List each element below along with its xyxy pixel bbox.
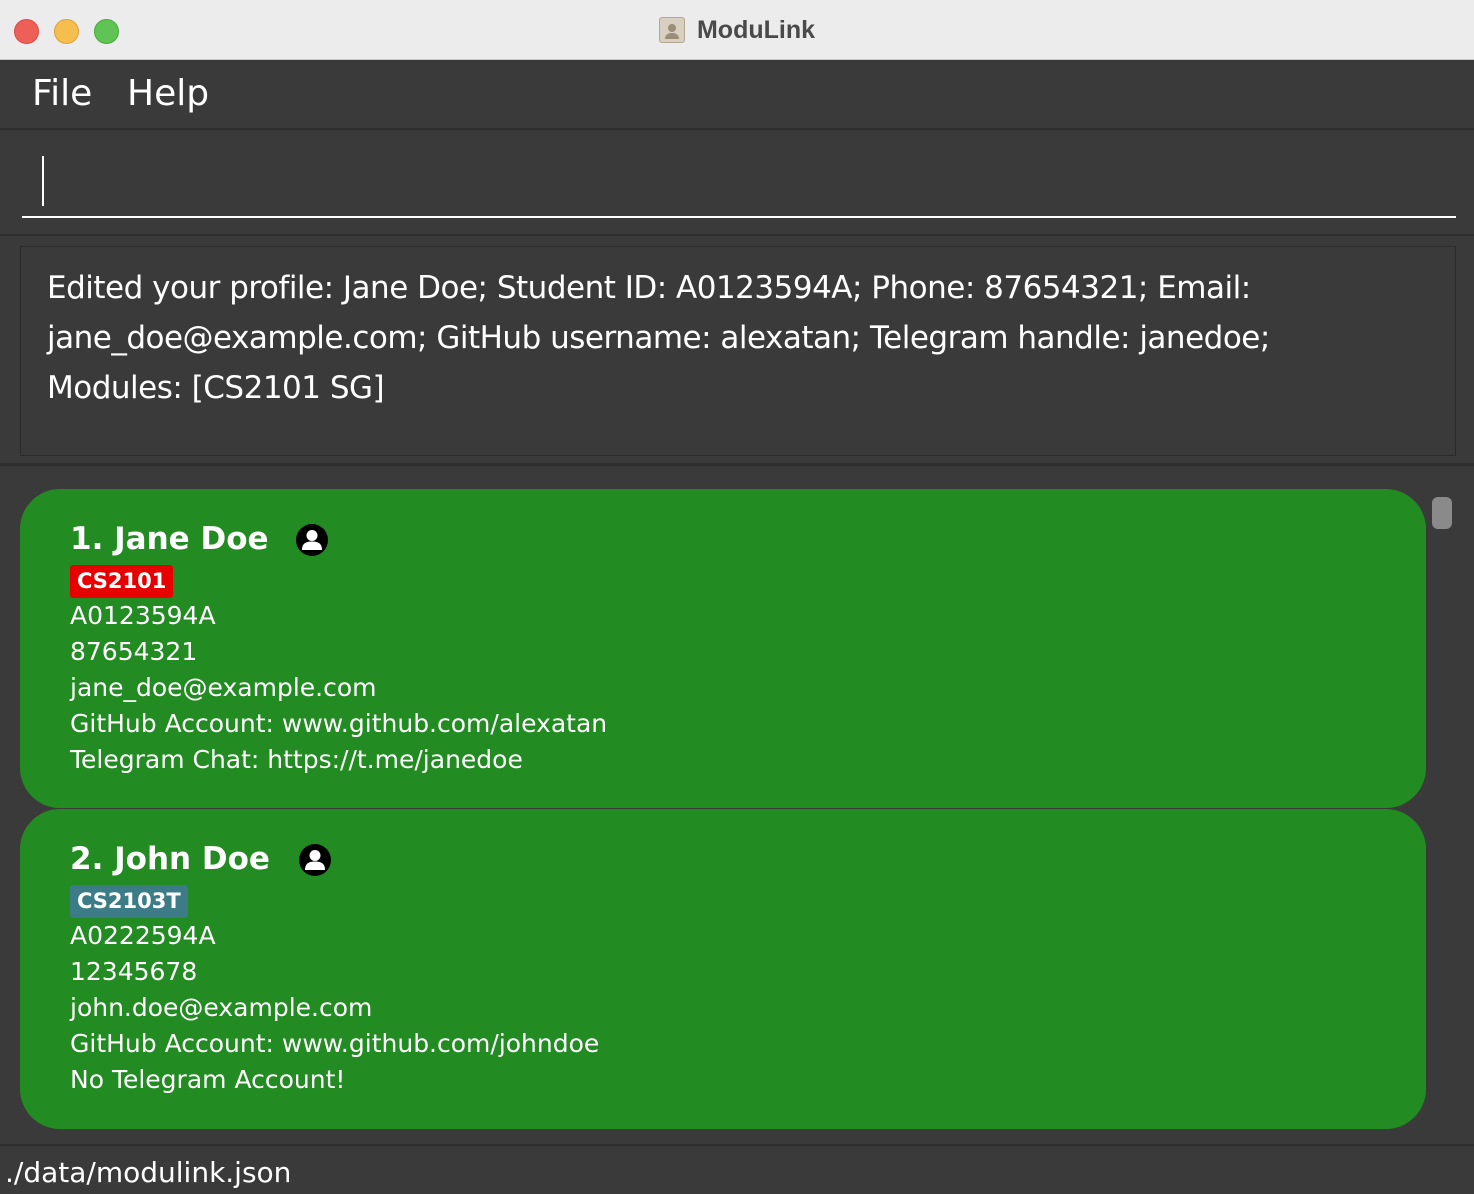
student-id: A0222594A [70,921,216,950]
email-address: john.doe@example.com [70,993,373,1022]
module-tag: CS2103T [70,885,188,918]
result-display-container: Edited your profile: Jane Doe; Student I… [0,234,1474,466]
person-card[interactable]: 2. John Doe CS2103T A0222594A 12345678 j… [20,809,1426,1129]
user-avatar-icon [296,524,328,556]
title-bar: ModuLink [0,0,1474,60]
phone-number: 12345678 [70,957,198,986]
data-file-path: ./data/modulink.json [5,1156,292,1189]
command-box-container [0,132,1474,232]
app-icon [658,17,685,43]
list-scrollbar[interactable] [1432,497,1452,529]
github-account: GitHub Account: www.github.com/johndoe [70,1029,600,1058]
person-name: 2. John Doe [70,841,270,877]
person-card[interactable]: 1. Jane Doe CS2101 A0123594A 87654321 ja… [20,489,1426,808]
app-window: ModuLink File Help Edited your profile: … [0,0,1474,1194]
result-line-3: Modules: [CS2101 SG] [47,370,385,406]
email-address: jane_doe@example.com [70,673,377,702]
student-id: A0123594A [70,601,216,630]
result-display[interactable]: Edited your profile: Jane Doe; Student I… [20,246,1456,456]
user-avatar-icon [299,844,331,876]
menu-help[interactable]: Help [127,73,209,114]
phone-number: 87654321 [70,637,198,666]
menu-bar: File Help [0,60,1474,130]
menu-file[interactable]: File [32,73,92,114]
text-caret [42,156,44,206]
window-title: ModuLink [696,15,816,44]
telegram-chat: Telegram Chat: https://t.me/janedoe [70,745,523,774]
result-line-2: jane_doe@example.com; GitHub username: a… [47,320,1270,356]
command-input[interactable] [22,142,1456,218]
github-account: GitHub Account: www.github.com/alexatan [70,709,608,738]
person-name: 1. Jane Doe [70,521,269,557]
module-tag: CS2101 [70,565,174,598]
title-container: ModuLink [0,0,1474,60]
person-list[interactable]: 1. Jane Doe CS2101 A0123594A 87654321 ja… [0,468,1474,1144]
telegram-chat: No Telegram Account! [70,1065,346,1094]
status-bar: ./data/modulink.json [0,1144,1474,1194]
result-line-1: Edited your profile: Jane Doe; Student I… [47,270,1251,306]
